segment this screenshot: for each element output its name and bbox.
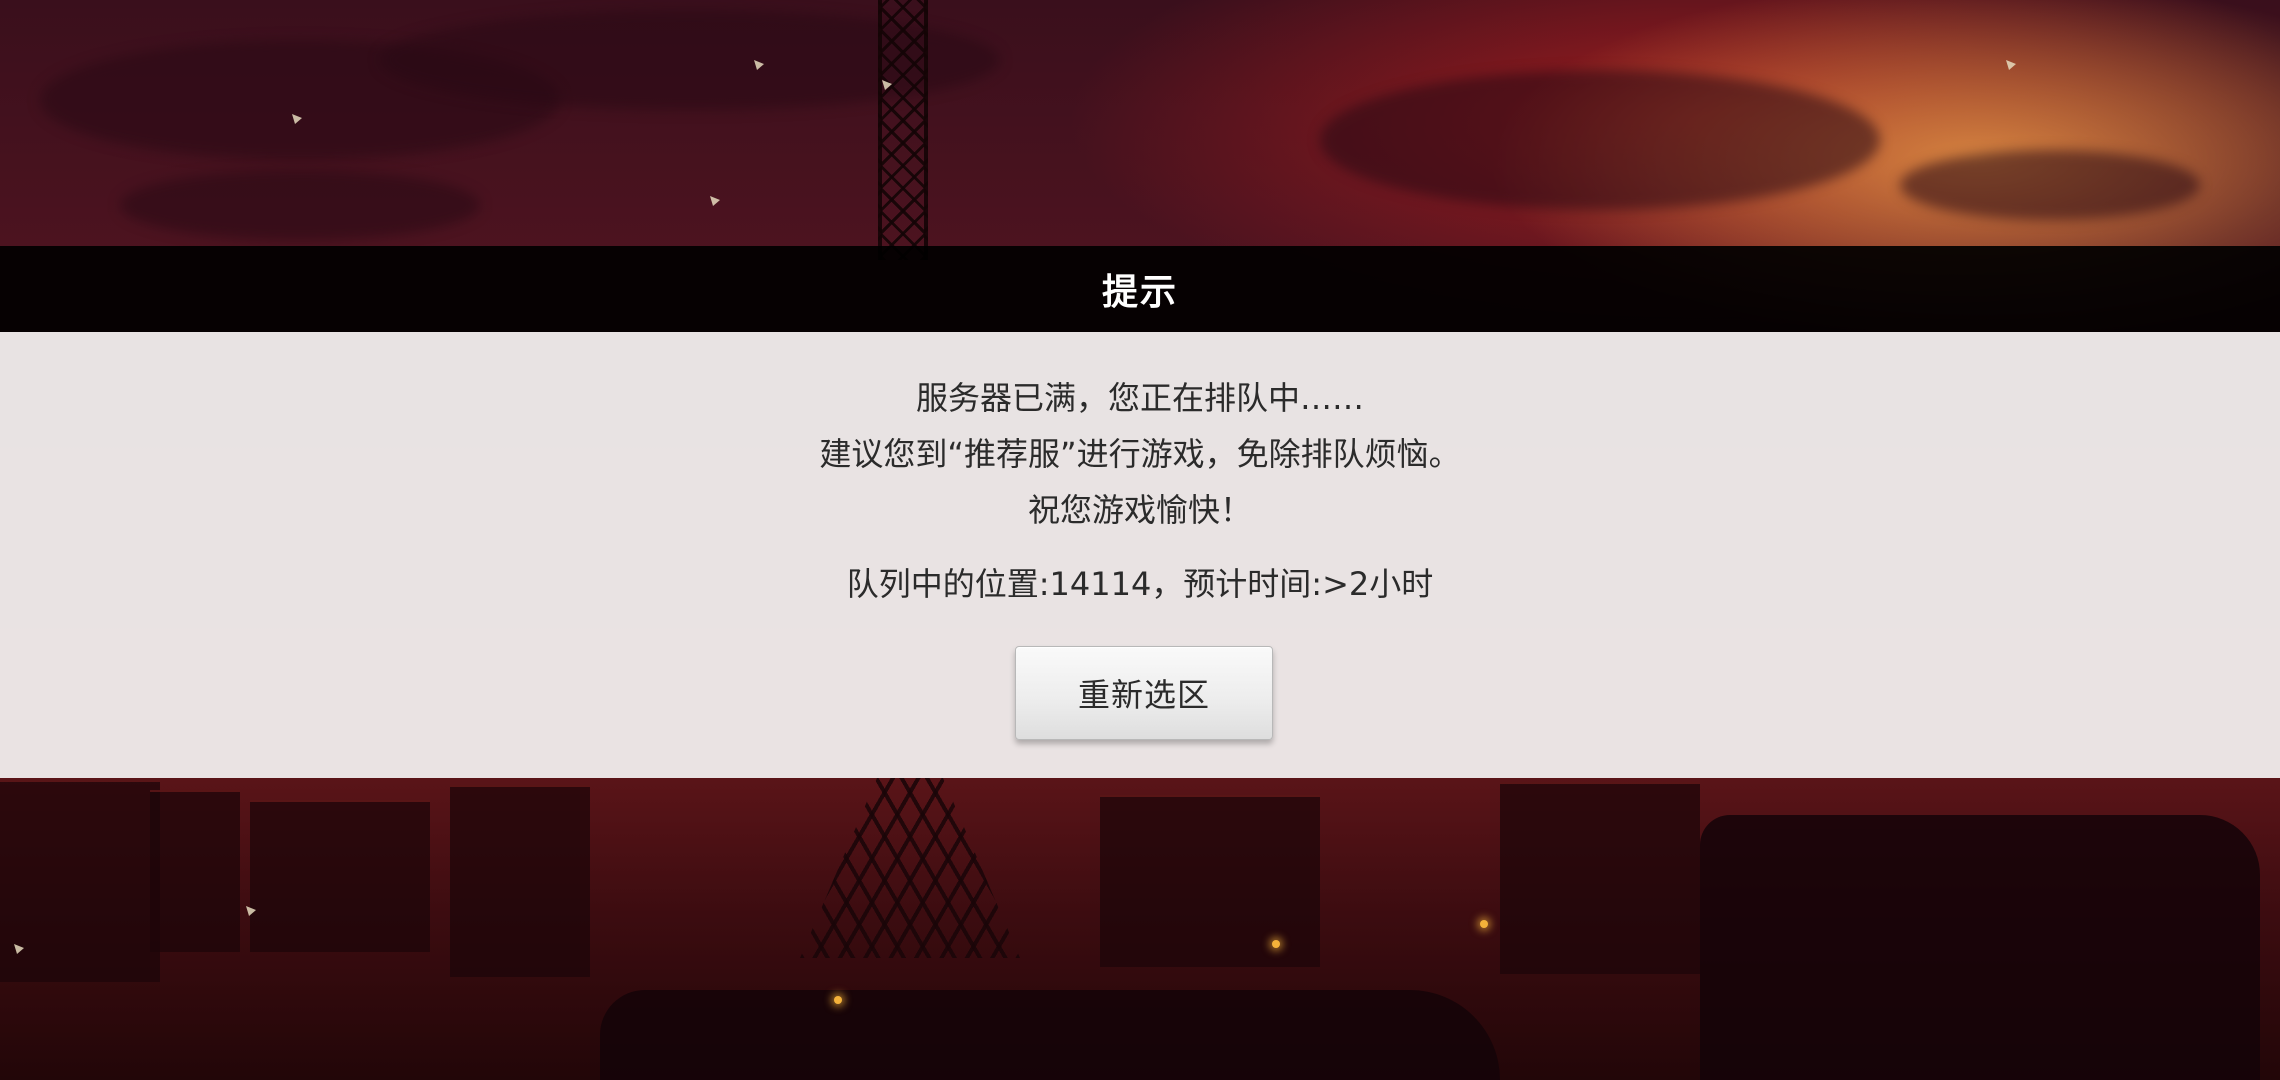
radio-tower [878, 0, 928, 260]
dark-cloud [1900, 150, 2200, 220]
reselect-server-label: 重新选区 [1077, 676, 1210, 714]
ember-glow [1272, 940, 1280, 948]
dialog-title-bar: 提示 [0, 246, 2280, 332]
dialog-title: 提示 [1101, 272, 1178, 313]
ruined-building [150, 790, 240, 952]
server-full-message: 服务器已满，您正在排队中…… [915, 379, 1364, 417]
ruined-building [1100, 795, 1320, 967]
ruined-building [0, 780, 160, 982]
queue-status: 队列中的位置:14114，预计时间:>2小时 [846, 565, 1434, 603]
ruined-building [1500, 782, 1700, 974]
ember-glow [1480, 920, 1488, 928]
good-wishes-message: 祝您游戏愉快！ [1027, 491, 1252, 529]
ember-glow [834, 996, 842, 1004]
dark-cloud [120, 170, 480, 240]
reselect-server-button[interactable]: 重新选区 [1015, 646, 1273, 740]
ruined-building [450, 785, 590, 977]
dialog-panel: 服务器已满，您正在排队中…… 建议您到“推荐服”进行游戏，免除排队烦恼。 祝您游… [0, 332, 2280, 778]
recommend-server-message: 建议您到“推荐服”进行游戏，免除排队烦恼。 [819, 435, 1461, 473]
rock-cliff [1700, 815, 2260, 1080]
ruined-building [250, 800, 430, 952]
dark-cloud [1320, 70, 1880, 210]
rock-cliff [600, 990, 1500, 1080]
